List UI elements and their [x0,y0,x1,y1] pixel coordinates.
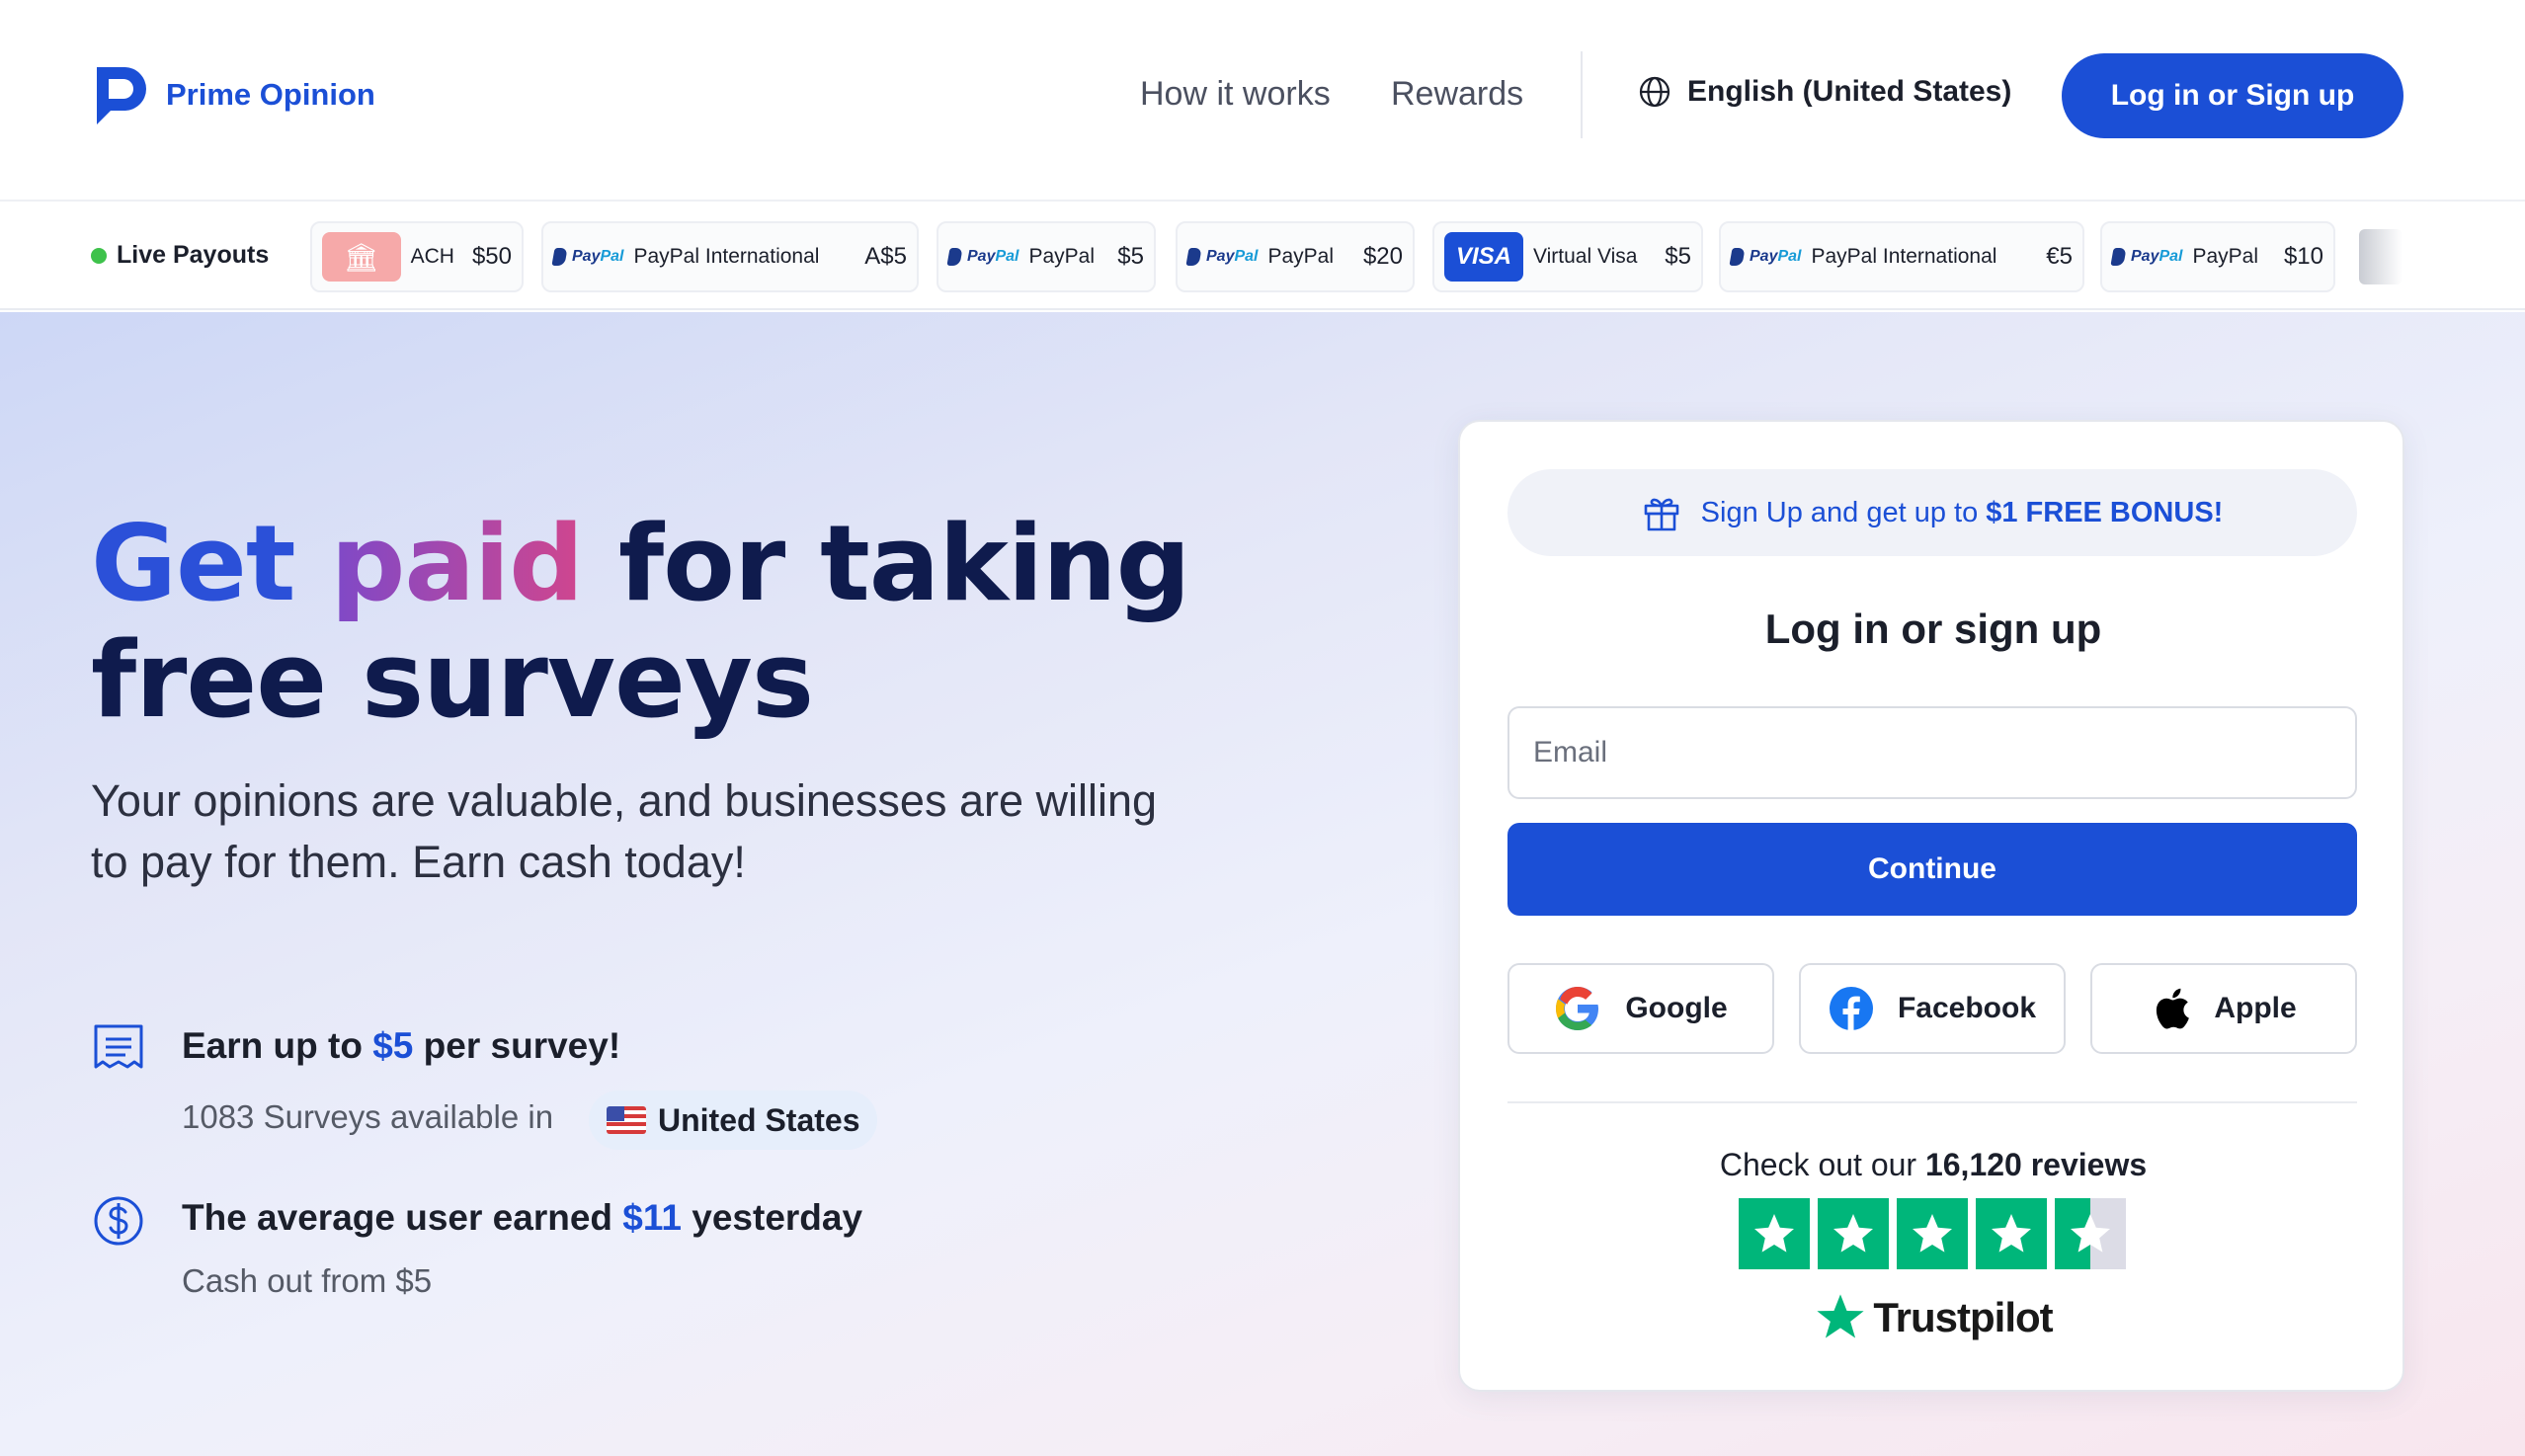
prime-opinion-logo-icon [97,67,146,124]
visa-icon: VISA [1444,232,1523,282]
payout-card: VISA Virtual Visa $5 [1432,221,1703,292]
payout-card: Pay Pal PayPal $20 [1176,221,1415,292]
headline-for-taking: for taking [618,503,1190,624]
payout-method: PayPal [2192,245,2259,268]
payout-amount: $5 [1665,243,1691,270]
login-card: Sign Up and get up to $1 FREE BONUS! Log… [1458,420,2404,1392]
login-title: Log in or sign up [1764,606,2102,652]
country-name: United States [658,1101,860,1138]
email-input[interactable] [1507,706,2357,799]
live-dot-icon [91,247,107,264]
receipt-icon [94,1024,143,1069]
headline-paid: paid [330,503,584,624]
login-signup-button[interactable]: Log in or Sign up [2062,53,2403,138]
continue-button[interactable]: Continue [1507,823,2357,916]
bank-icon: 🏛 [322,232,401,282]
card-divider [1507,1101,2357,1103]
trustpilot-star-icon [1817,1294,1864,1338]
payout-amount: $20 [1362,243,1403,270]
dollar-circle-icon [94,1196,143,1246]
payout-card: Pay Pal PayPal $5 [937,221,1156,292]
payout-card: Pay Pal PayPal International A$5 [541,221,919,292]
cashout-minimum: Cash out from $5 [182,1262,433,1299]
trustpilot-logo[interactable]: Trustpilot [1460,1291,2406,1344]
star-icon [1897,1198,1968,1269]
google-icon [1556,987,1599,1030]
payout-amount: $50 [471,243,512,270]
payout-method: PayPal [1267,245,1335,268]
payout-amount: €5 [2046,243,2073,270]
star-icon [1818,1198,1889,1269]
payout-method: PayPal [1028,245,1096,268]
payout-card: Pay Pal PayPal International €5 [1719,221,2084,292]
nav-divider [1581,51,1583,138]
paypal-logo-icon: Pay Pal [946,248,1018,266]
facebook-icon [1829,987,1873,1030]
payout-method: PayPal International [633,245,820,268]
logo[interactable]: Prime Opinion [91,63,375,126]
hero-subtext: Your opinions are valuable, and business… [91,775,1158,887]
live-payouts-label: Live Payouts [91,241,269,270]
gift-icon [1644,498,1678,531]
hero-headline: Get paid for taking free surveys [91,503,1191,741]
apple-icon [2157,988,2190,1029]
signup-bonus-banner: Sign Up and get up to $1 FREE BONUS! [1507,469,2357,556]
headline-get: Get [91,503,296,624]
payout-card: 🏛 ACH $50 [310,221,524,292]
language-selector[interactable]: English (United States) [1638,75,2011,109]
earn-per-survey: Earn up to $5 per survey! [182,1025,621,1066]
payout-method: PayPal International [1811,245,1997,268]
brand-name: Prime Opinion [166,77,375,112]
reviews-text[interactable]: Check out our 16,120 reviews [1460,1147,2406,1183]
language-label: English (United States) [1687,75,2012,108]
facebook-login-button[interactable]: Facebook [1799,963,2066,1054]
paypal-logo-icon: Pay Pal [1185,248,1258,266]
payout-amount: A$5 [864,243,907,270]
surveys-available: 1083 Surveys available in [182,1098,554,1135]
payout-card-partial [2359,229,2403,284]
half-star-icon [2055,1198,2126,1269]
live-payouts-bar: Live Payouts 🏛 ACH $50 Pay Pal PayPal Int… [0,203,2525,310]
country-selector[interactable]: United States [589,1091,878,1150]
payout-card: Pay Pal PayPal $10 [2100,221,2335,292]
trustpilot-rating [1739,1198,2126,1269]
live-payouts-text: Live Payouts [117,241,270,269]
average-earned: The average user earned $11 yesterday [182,1197,863,1238]
header: Prime Opinion How it works Rewards Engli… [0,0,2525,202]
paypal-logo-icon: Pay Pal [1729,248,1801,266]
paypal-logo-icon: Pay Pal [2110,248,2182,266]
us-flag-icon [607,1106,646,1134]
payout-amount: $5 [1117,243,1144,270]
globe-icon [1639,76,1670,108]
payout-method: ACH [410,245,454,268]
star-icon [1976,1198,2047,1269]
google-login-button[interactable]: Google [1507,963,1774,1054]
apple-login-button[interactable]: Apple [2090,963,2357,1054]
headline-free-surveys: free surveys [91,619,814,741]
nav-how-it-works[interactable]: How it works [1140,75,1331,114]
star-icon [1739,1198,1810,1269]
nav-rewards[interactable]: Rewards [1391,75,1523,114]
paypal-logo-icon: Pay Pal [551,248,623,266]
payout-amount: $10 [2283,243,2323,270]
payout-method: Virtual Visa [1533,245,1638,268]
